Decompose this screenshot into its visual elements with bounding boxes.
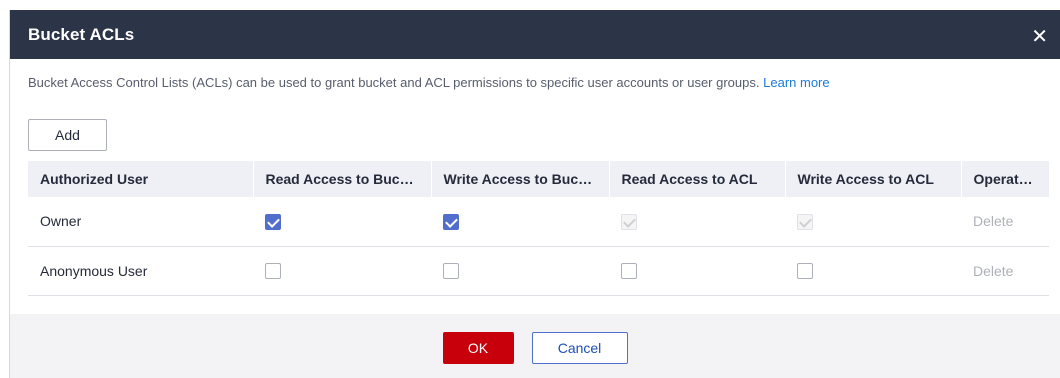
description-text: Bucket Access Control Lists (ACLs) can b… [28,75,760,90]
read-access-bucket-checkbox[interactable] [265,213,281,230]
permission-cell [785,246,961,296]
authorized-user-cell: Owner [28,197,253,247]
dialog-title: Bucket ACLs [28,24,135,44]
read-access-acl-checkbox[interactable] [621,263,637,280]
permission-cell [253,246,431,296]
column-header-write-access-bucket: Write Access to Bucket [431,161,610,197]
acl-table: Authorized User Read Access to Bucket Wr… [28,161,1050,296]
permission-cell [431,246,609,296]
delete-link[interactable]: Delete [961,197,1049,247]
close-icon[interactable]: ✕ [1031,23,1048,47]
table-header-row: Authorized User Read Access to Bucket Wr… [28,161,1050,197]
write-access-bucket-checkbox[interactable] [443,263,459,280]
column-header-authorized-user: Authorized User [28,161,254,197]
permission-cell [253,197,431,247]
column-header-read-access-acl: Read Access to ACL [609,161,786,197]
column-header-operation: Operation [961,161,1050,197]
write-access-bucket-checkbox[interactable] [443,213,459,230]
dialog-header: Bucket ACLs ✕ [10,10,1060,59]
table-row: Owner Delete [28,197,1049,247]
permission-cell [609,197,785,247]
dialog-footer: OK Cancel [10,314,1060,378]
cancel-button[interactable]: Cancel [531,332,628,364]
column-header-read-access-bucket: Read Access to Bucket [253,161,432,197]
dialog-body: Bucket Access Control Lists (ACLs) can b… [10,75,1060,296]
read-access-bucket-checkbox[interactable] [265,263,281,280]
delete-link[interactable]: Delete [961,246,1049,296]
learn-more-link[interactable]: Learn more [763,75,829,90]
authorized-user-cell: Anonymous User [28,246,253,296]
write-access-acl-checkbox[interactable] [797,263,813,280]
permission-cell [609,246,785,296]
description: Bucket Access Control Lists (ACLs) can b… [28,75,1060,93]
read-access-acl-checkbox [621,213,637,230]
write-access-acl-checkbox [797,213,813,230]
ok-button[interactable]: OK [442,332,514,364]
bucket-acls-dialog: Bucket ACLs ✕ Bucket Access Control List… [9,10,1060,378]
permission-cell [785,197,961,247]
column-header-write-access-acl: Write Access to ACL [785,161,962,197]
permission-cell [431,197,609,247]
table-row: Anonymous User Delete [28,246,1049,296]
add-button[interactable]: Add [28,119,107,151]
